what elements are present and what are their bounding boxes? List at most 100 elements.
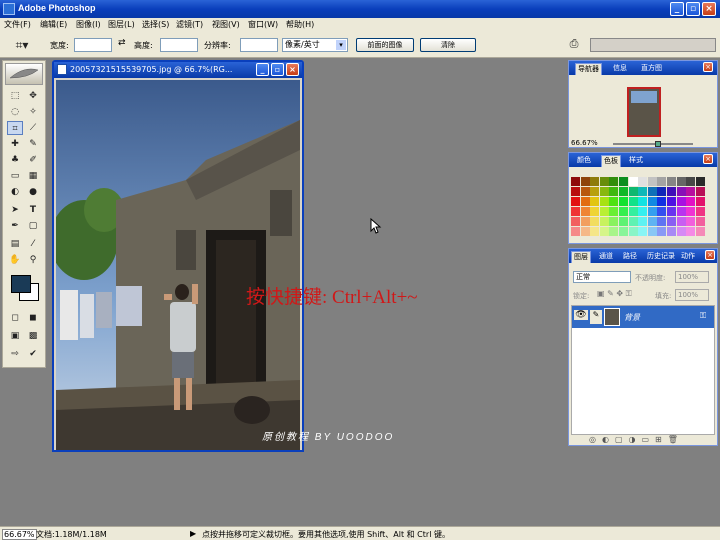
chevron-down-icon[interactable]: ▾ (336, 40, 346, 50)
clear-button[interactable]: 清除 (420, 38, 476, 52)
swatch[interactable] (638, 187, 648, 196)
swatch[interactable] (686, 227, 696, 236)
close-icon[interactable]: × (702, 2, 716, 16)
navigator-zoom-thumb[interactable] (655, 141, 661, 147)
swatch[interactable] (619, 187, 628, 196)
maximize-icon[interactable]: ▫ (686, 2, 700, 16)
swatch[interactable] (647, 197, 657, 206)
quick-mask-mode-icon[interactable]: ◼ (25, 311, 41, 325)
tab-info[interactable]: 信息 (611, 63, 629, 75)
menu-window[interactable]: 窗口(W) (248, 19, 278, 30)
swatch[interactable] (676, 187, 686, 196)
status-arrow-icon[interactable]: ▶ (190, 529, 196, 538)
swatch[interactable] (609, 217, 619, 226)
document-minimize-icon[interactable]: _ (256, 63, 269, 76)
foreground-color-swatch[interactable] (11, 275, 31, 293)
swatch[interactable] (628, 217, 638, 226)
swatch[interactable] (667, 217, 676, 226)
standard-mode-icon[interactable]: ◻ (7, 311, 23, 325)
minimize-icon[interactable]: _ (670, 2, 684, 16)
move-tool-icon[interactable]: ✥ (25, 89, 41, 103)
swatch[interactable] (619, 227, 628, 236)
swatch[interactable] (571, 177, 580, 186)
jump-to-imageready-icon[interactable]: ⇨ (7, 347, 23, 361)
swatch[interactable] (667, 187, 676, 196)
swatch[interactable] (695, 227, 705, 236)
swatch[interactable] (647, 177, 657, 186)
screen-mode-full-icon[interactable]: ▩ (25, 329, 41, 343)
swatch[interactable] (667, 197, 676, 206)
status-doc-size[interactable]: 文档:1.18M/1.18M (36, 529, 107, 540)
menu-filter[interactable]: 滤镜(T) (176, 19, 203, 30)
lock-icons[interactable]: ▣ ✎ ✥ ⚿ (597, 289, 632, 299)
swatch[interactable] (667, 227, 676, 236)
swatch[interactable] (628, 187, 638, 196)
notes-tool-icon[interactable]: ▤ (7, 237, 23, 251)
swatch[interactable] (695, 197, 705, 206)
swatch[interactable] (638, 217, 648, 226)
swatch[interactable] (657, 197, 667, 206)
swatch[interactable] (676, 217, 686, 226)
swatch[interactable] (695, 187, 705, 196)
brush-link-icon[interactable]: ✎ (590, 310, 602, 324)
navigator-close-icon[interactable]: × (703, 62, 713, 72)
swatch[interactable] (647, 217, 657, 226)
zoom-tool-icon[interactable]: ⚲ (25, 253, 41, 267)
swatch[interactable] (638, 207, 648, 216)
layer-row[interactable]: 👁 ✎ 背景 ⚿ (572, 306, 714, 328)
swatch[interactable] (571, 217, 580, 226)
document-titlebar[interactable]: 200573215155397​05.jpg @ 66.7%(RG... _ ▫… (54, 62, 302, 78)
swatch[interactable] (599, 197, 609, 206)
tab-layers[interactable]: 图层 (571, 251, 591, 263)
swatch[interactable] (657, 177, 667, 186)
type-tool-icon[interactable]: T (25, 203, 41, 217)
swatch[interactable] (676, 197, 686, 206)
width-input[interactable] (74, 38, 112, 52)
swatch[interactable] (580, 227, 590, 236)
history-brush-tool-icon[interactable]: ✐ (25, 153, 41, 167)
blend-mode-select[interactable]: 正常 (573, 271, 631, 283)
swatch[interactable] (580, 207, 590, 216)
hand-tool-icon[interactable]: ✋ (7, 253, 23, 267)
layers-close-icon[interactable]: × (705, 250, 715, 260)
swatch[interactable] (609, 197, 619, 206)
swatch[interactable] (657, 187, 667, 196)
eye-icon[interactable]: 👁 (574, 310, 588, 320)
eyedropper-tool-icon[interactable]: ⁄ (25, 237, 41, 251)
blur-tool-icon[interactable]: ◐ (7, 185, 23, 199)
menu-select[interactable]: 选择(S) (142, 19, 169, 30)
swatch[interactable] (609, 187, 619, 196)
palette-well-icon[interactable]: ⎙ (566, 37, 582, 51)
tab-color[interactable]: 颜色 (575, 155, 593, 167)
swatch[interactable] (599, 207, 609, 216)
menu-edit[interactable]: 编辑(E) (40, 19, 67, 30)
document-close-icon[interactable]: × (286, 63, 299, 76)
slice-tool-icon[interactable]: ⟋ (25, 121, 41, 135)
tab-channels[interactable]: 通道 (597, 251, 615, 263)
swatch[interactable] (590, 197, 600, 206)
swatch[interactable] (619, 197, 628, 206)
swatch[interactable] (609, 207, 619, 216)
swatch-grid[interactable] (571, 177, 709, 241)
tab-paths[interactable]: 路径 (621, 251, 639, 263)
swatch[interactable] (599, 177, 609, 186)
swatch[interactable] (599, 187, 609, 196)
layer-actions-bar[interactable]: ◎◐▢◑▭⊞🗑 (589, 435, 684, 444)
height-input[interactable] (160, 38, 198, 52)
swatch[interactable] (686, 197, 696, 206)
opacity-input[interactable]: 100% (675, 271, 709, 283)
swatch[interactable] (619, 217, 628, 226)
swatch[interactable] (590, 187, 600, 196)
swatch[interactable] (676, 227, 686, 236)
fill-input[interactable]: 100% (675, 289, 709, 301)
swatch[interactable] (599, 227, 609, 236)
swatch[interactable] (619, 207, 628, 216)
resolution-input[interactable] (240, 38, 278, 52)
swatch[interactable] (695, 217, 705, 226)
swatch[interactable] (571, 197, 580, 206)
crop-tool-icon[interactable]: ⌗ (7, 121, 23, 135)
menu-view[interactable]: 视图(V) (212, 19, 240, 30)
swatch[interactable] (647, 187, 657, 196)
marquee-tool-icon[interactable]: ⬚ (7, 89, 23, 103)
swatch[interactable] (590, 207, 600, 216)
